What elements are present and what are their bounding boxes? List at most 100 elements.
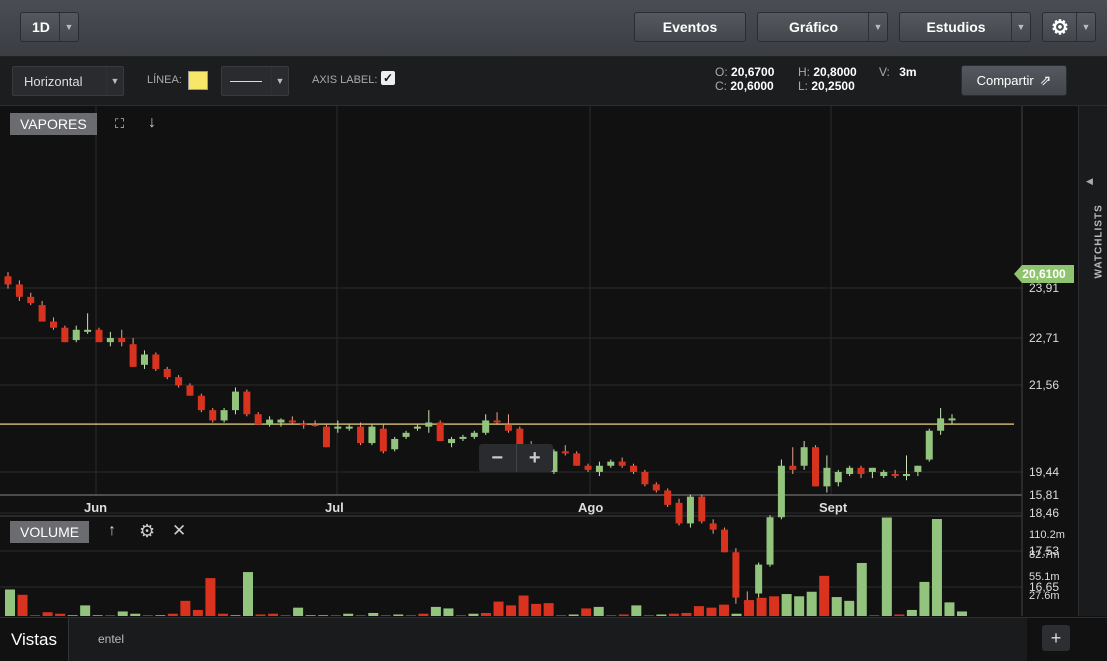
volume-bar: [819, 575, 830, 616]
close-icon[interactable]: ✕: [172, 521, 186, 541]
candle: [561, 451, 569, 454]
share-icon: ⇗: [1039, 72, 1052, 88]
low-key: L:: [798, 79, 809, 93]
volume-bar: [756, 597, 767, 616]
events-button[interactable]: Eventos: [634, 12, 746, 42]
candle: [903, 473, 911, 477]
volume-bar: [894, 614, 905, 616]
draw-type-label: Horizontal: [24, 73, 83, 89]
candle: [607, 461, 615, 466]
candle: [812, 447, 820, 487]
volume-bar: [142, 615, 153, 616]
volume-bar: [506, 605, 517, 616]
line-style-select[interactable]: ▼: [221, 66, 289, 96]
chevron-down-icon: ▼: [59, 13, 78, 41]
chevron-down-icon: ▼: [1011, 13, 1030, 41]
volume-value: 3m: [899, 65, 917, 79]
volume-bar: [430, 606, 441, 616]
minus-icon[interactable]: −: [479, 444, 516, 472]
chart-menu-button[interactable]: Gráfico ▼: [757, 12, 888, 42]
volume-bar: [355, 615, 366, 616]
candle: [641, 471, 649, 485]
price-tick-label: 21,56: [1029, 378, 1060, 392]
volume-bar: [881, 517, 892, 616]
candle: [345, 426, 353, 429]
chevron-down-icon: ▼: [868, 13, 887, 41]
period-select[interactable]: 1D ▼: [20, 12, 79, 42]
volume-bar: [481, 612, 491, 616]
open-value: 20,6700: [731, 65, 775, 79]
volume-bar: [944, 602, 955, 616]
ohlc-close: C: 20,6000: [715, 79, 774, 93]
arrow-up-icon[interactable]: ↑: [108, 522, 116, 540]
candle: [857, 467, 865, 474]
volume-bar: [455, 615, 466, 616]
candle: [868, 467, 876, 472]
settings-button[interactable]: ⚙ ▼: [1042, 12, 1096, 42]
candle: [84, 329, 92, 332]
chart-area[interactable]: VAPORES ⛶ ↓ 23,91 22,71 21,56 19,44 18,46 17,…: [0, 106, 1077, 616]
candle: [948, 418, 956, 421]
volume-bar: [92, 615, 103, 616]
volume-bar: [744, 600, 755, 616]
price-chart[interactable]: [0, 106, 1077, 616]
axis-label-text: AXIS LABEL:: [312, 74, 378, 86]
chart-menu-label: Gráfico: [788, 19, 838, 35]
candle: [118, 338, 126, 343]
expand-icon[interactable]: ⛶: [115, 116, 124, 132]
volume-bar: [643, 615, 654, 616]
share-button[interactable]: Compartir ⇗: [961, 65, 1067, 96]
candle: [846, 467, 854, 474]
candle: [254, 414, 262, 425]
symbol-tab[interactable]: entel: [98, 632, 124, 646]
candle: [322, 426, 330, 448]
watchlists-sidebar[interactable]: ◀ WATCHLISTS: [1078, 106, 1107, 616]
candle: [675, 502, 683, 524]
volume-bar: [305, 615, 316, 616]
volume-bar: [67, 615, 78, 616]
gear-icon[interactable]: ⚙: [139, 521, 155, 542]
volume-bar: [543, 603, 554, 616]
volume-bar: [656, 614, 667, 616]
candle: [402, 432, 410, 437]
time-tick-label: Sept: [819, 500, 848, 515]
volume-bar: [205, 578, 216, 616]
candle: [766, 517, 774, 565]
volume-bar: [731, 613, 742, 616]
arrow-down-icon[interactable]: ↓: [148, 114, 156, 132]
studies-button[interactable]: Estudios ▼: [899, 12, 1031, 42]
share-label: Compartir: [976, 73, 1034, 88]
volume-bar: [180, 600, 191, 616]
candle: [721, 529, 729, 553]
plus-icon[interactable]: +: [515, 444, 554, 472]
candle: [755, 564, 763, 594]
candle: [277, 419, 285, 423]
volume-bar: [919, 581, 930, 616]
candle: [140, 354, 148, 365]
candle: [334, 426, 342, 429]
line-color-swatch[interactable]: [188, 71, 208, 90]
views-tab[interactable]: Vistas: [0, 618, 69, 661]
caret-left-icon: ◀: [1086, 176, 1093, 186]
volume-bar: [593, 606, 604, 616]
volume-bar: [931, 519, 942, 616]
volume-bar: [268, 613, 279, 616]
volume-bar: [693, 606, 704, 616]
draw-type-select[interactable]: Horizontal ▼: [12, 66, 124, 96]
candle: [709, 523, 717, 530]
candle: [686, 496, 694, 524]
volume-tick-label: 110.2m: [1029, 529, 1065, 541]
volume-bar: [330, 615, 341, 616]
axis-label-checkbox[interactable]: ✓: [381, 71, 395, 85]
volume-bar: [631, 605, 642, 616]
candle: [197, 395, 205, 411]
candle: [436, 422, 444, 442]
candle: [413, 426, 421, 429]
candle: [4, 276, 12, 285]
volume-panel-label: VOLUME: [10, 521, 90, 543]
candle: [266, 419, 274, 425]
watchlists-tab[interactable]: ◀ WATCHLISTS: [1086, 176, 1105, 286]
candle: [493, 420, 501, 423]
add-icon[interactable]: +: [1042, 625, 1070, 651]
candle: [231, 391, 239, 411]
